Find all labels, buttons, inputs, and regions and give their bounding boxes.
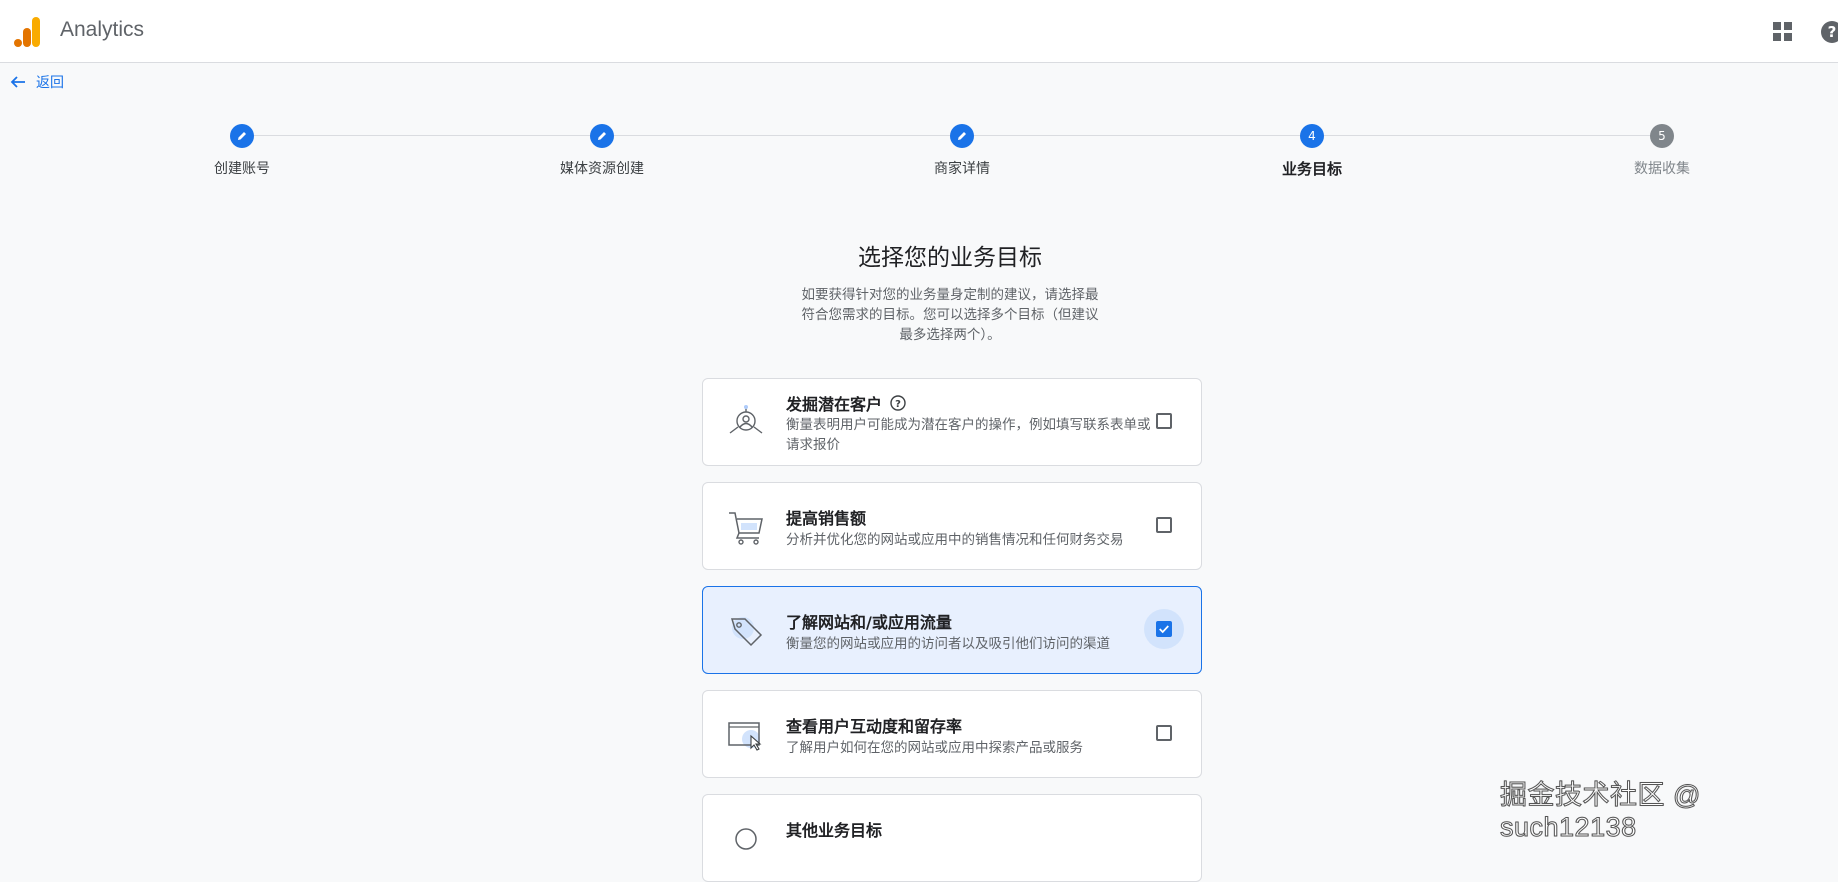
help-outline-icon[interactable]: ? <box>890 395 906 411</box>
step-business-objectives: 4 业务目标 <box>1232 120 1392 179</box>
step-create-account[interactable]: 创建账号 <box>162 120 322 178</box>
setup-stepper: 创建账号 媒体资源创建 商家详情 4 业务目标 5 数据收集 <box>0 120 1838 190</box>
step-done-indicator <box>950 124 974 148</box>
lead-generation-icon <box>729 405 763 434</box>
step-data-collection: 5 数据收集 <box>1582 120 1742 178</box>
goal-card-sales[interactable]: 提高销售额 分析并优化您的网站或应用中的销售情况和任何财务交易 <box>702 482 1202 570</box>
step-label: 创建账号 <box>214 161 270 177</box>
shopping-cart-icon <box>729 512 763 545</box>
analytics-logo-icon[interactable] <box>14 17 42 47</box>
other-goal-icon <box>735 828 757 850</box>
top-app-bar: Analytics ? <box>0 0 1838 63</box>
step-business-details[interactable]: 商家详情 <box>882 120 1042 178</box>
step-label: 媒体资源创建 <box>560 161 644 177</box>
step-done-indicator <box>590 124 614 148</box>
help-icon[interactable]: ? <box>1820 20 1838 44</box>
goal-checkbox[interactable] <box>1156 725 1172 741</box>
pencil-icon <box>958 132 966 140</box>
app-title: Analytics <box>60 18 145 41</box>
back-label: 返回 <box>36 75 64 91</box>
goal-title: 提高销售额 <box>786 509 867 528</box>
goal-description: 分析并优化您的网站或应用中的销售情况和任何财务交易 <box>786 532 1124 548</box>
page-title: 选择您的业务目标 <box>858 245 1042 271</box>
goal-card-leads[interactable]: 发掘潜在客户 ? 衡量表明用户可能成为潜在客户的操作，例如填写联系表单或请求报价 <box>702 378 1202 466</box>
step-label: 业务目标 <box>1281 160 1342 178</box>
goal-checkbox[interactable] <box>1156 413 1172 429</box>
goal-title: 发掘潜在客户 ? <box>786 391 906 415</box>
goal-title: 了解网站和/或应用流量 <box>786 613 952 632</box>
goal-description: 衡量您的网站或应用的访问者以及吸引他们访问的渠道 <box>786 636 1110 652</box>
screen-cursor-icon <box>728 722 762 751</box>
step-property-creation[interactable]: 媒体资源创建 <box>522 120 682 178</box>
step-done-indicator <box>230 124 254 148</box>
pencil-icon <box>238 132 246 140</box>
pencil-icon <box>598 132 606 140</box>
watermark: 掘金技术社区 @ such12138 <box>1500 780 1701 843</box>
goal-card-other[interactable]: 其他业务目标 <box>702 794 1202 882</box>
arrow-left-icon <box>10 76 25 88</box>
goal-checkbox[interactable] <box>1156 621 1172 637</box>
apps-grid-icon[interactable] <box>1773 22 1793 42</box>
check-icon <box>1159 625 1169 634</box>
goal-card-traffic[interactable]: 了解网站和/或应用流量 衡量您的网站或应用的访问者以及吸引他们访问的渠道 <box>702 586 1202 674</box>
goal-checkbox[interactable] <box>1156 517 1172 533</box>
goal-title-text: 发掘潜在客户 <box>786 395 883 414</box>
goal-description: 了解用户如何在您的网站或应用中探索产品或服务 <box>786 740 1083 756</box>
step-number: 5 <box>1650 124 1674 148</box>
tag-icon <box>730 617 763 647</box>
back-link[interactable]: 返回 <box>10 72 64 92</box>
step-label: 商家详情 <box>934 161 990 177</box>
goal-card-engagement[interactable]: 查看用户互动度和留存率 了解用户如何在您的网站或应用中探索产品或服务 <box>702 690 1202 778</box>
goal-title: 其他业务目标 <box>786 821 883 840</box>
goal-description: 衡量表明用户可能成为潜在客户的操作，例如填写联系表单或请求报价 <box>786 417 1151 453</box>
step-number: 4 <box>1300 124 1324 148</box>
page-description: 如要获得针对您的业务量身定制的建议，请选择最符合您需求的目标。您可以选择多个目标… <box>801 287 1099 343</box>
goal-title: 查看用户互动度和留存率 <box>786 717 963 736</box>
svg-text:?: ? <box>895 399 901 410</box>
svg-text:?: ? <box>1828 23 1837 41</box>
step-label: 数据收集 <box>1634 161 1690 177</box>
